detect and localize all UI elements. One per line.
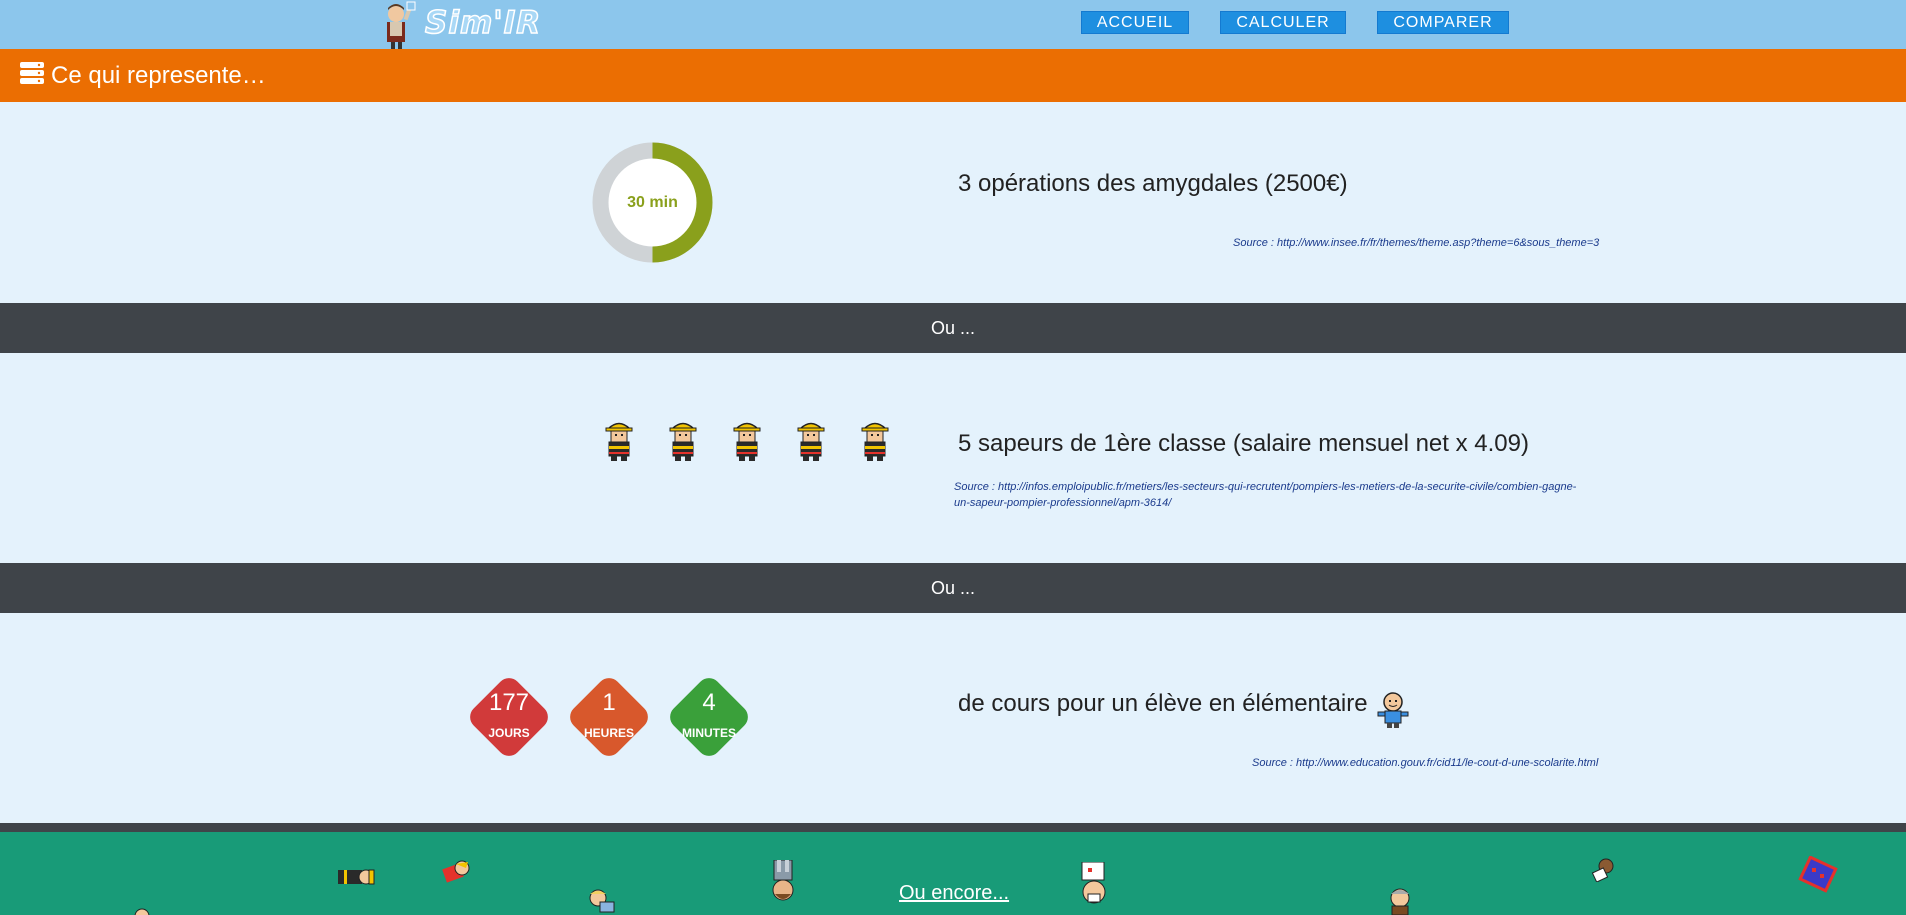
countdown-days-value: 177 — [488, 689, 530, 716]
section-title: Ce qui represente… — [51, 61, 266, 89]
site-logo[interactable]: Sim'IR — [379, 0, 541, 49]
comparison-text-2: 5 sapeurs de 1ère classe (salaire mensue… — [958, 430, 1529, 457]
source-link-2-line-2: un-sapeur-pompier-professionnel/apm-3614… — [954, 497, 1172, 509]
fireman-icon-group — [603, 418, 891, 462]
comparison-row-1 — [0, 102, 1906, 303]
fireman-icon — [797, 422, 825, 461]
logo-text: Sim'IR — [424, 4, 542, 42]
fireman-icon — [733, 422, 761, 461]
character-icon — [589, 889, 615, 913]
source-link-2-line-1: Source : http://infos.emploipublic.fr/me… — [954, 481, 1577, 493]
source-link-1[interactable]: Source : http://www.insee.fr/fr/themes/t… — [1233, 235, 1599, 251]
countdown-minutes: 4 MINUTES — [665, 673, 753, 761]
top-navbar: Sim'IR ACCUEIL CALCULER COMPARER — [0, 0, 1906, 49]
student-icon — [1377, 692, 1409, 728]
comparison-text-1: 3 opérations des amygdales (2500€) — [958, 170, 1348, 197]
countdown-days-unit: JOURS — [488, 726, 530, 740]
source-link-2[interactable]: Source : http://infos.emploipublic.fr/me… — [954, 479, 1576, 511]
comparison-text-3: de cours pour un élève en élémentaire — [958, 690, 1368, 717]
character-icon — [1390, 888, 1410, 915]
character-icon — [772, 860, 794, 901]
donut-label: 30 min — [627, 193, 678, 211]
nav-comparer-button[interactable]: COMPARER — [1377, 11, 1509, 34]
countdown-hours-unit: HEURES — [583, 726, 634, 740]
flag-icon — [1798, 856, 1838, 893]
separator-bar — [0, 823, 1906, 832]
more-comparisons-link[interactable]: Ou encore... — [899, 882, 1009, 905]
time-donut-chart: 30 min — [592, 142, 713, 263]
character-icon — [1591, 858, 1614, 882]
countdown-days: 177 JOURS — [465, 673, 553, 761]
separator-or-2: Ou ... — [0, 563, 1906, 613]
countdown-hours-value: 1 — [602, 689, 616, 716]
fireman-lying-icon — [338, 869, 375, 885]
mascot-icon — [379, 0, 419, 49]
comparison-row-2 — [0, 353, 1906, 563]
character-icon — [134, 908, 150, 915]
character-icon — [442, 860, 470, 883]
countdown-hours: 1 HEURES — [565, 673, 653, 761]
source-link-3[interactable]: Source : http://www.education.gouv.fr/ci… — [1252, 755, 1598, 771]
section-header: Ce qui represente… — [0, 49, 1906, 102]
fireman-icon — [669, 422, 697, 461]
nav-accueil-button[interactable]: ACCUEIL — [1081, 11, 1189, 34]
character-icon — [1081, 862, 1106, 904]
nav-calculer-button[interactable]: CALCULER — [1220, 11, 1346, 34]
countdown-minutes-value: 4 — [702, 689, 716, 716]
countdown-minutes-unit: MINUTES — [682, 726, 736, 740]
separator-or-1: Ou ... — [0, 303, 1906, 353]
database-icon — [20, 61, 44, 84]
fireman-icon — [605, 422, 633, 461]
comparison-row-3 — [0, 613, 1906, 823]
fireman-icon — [861, 422, 889, 461]
